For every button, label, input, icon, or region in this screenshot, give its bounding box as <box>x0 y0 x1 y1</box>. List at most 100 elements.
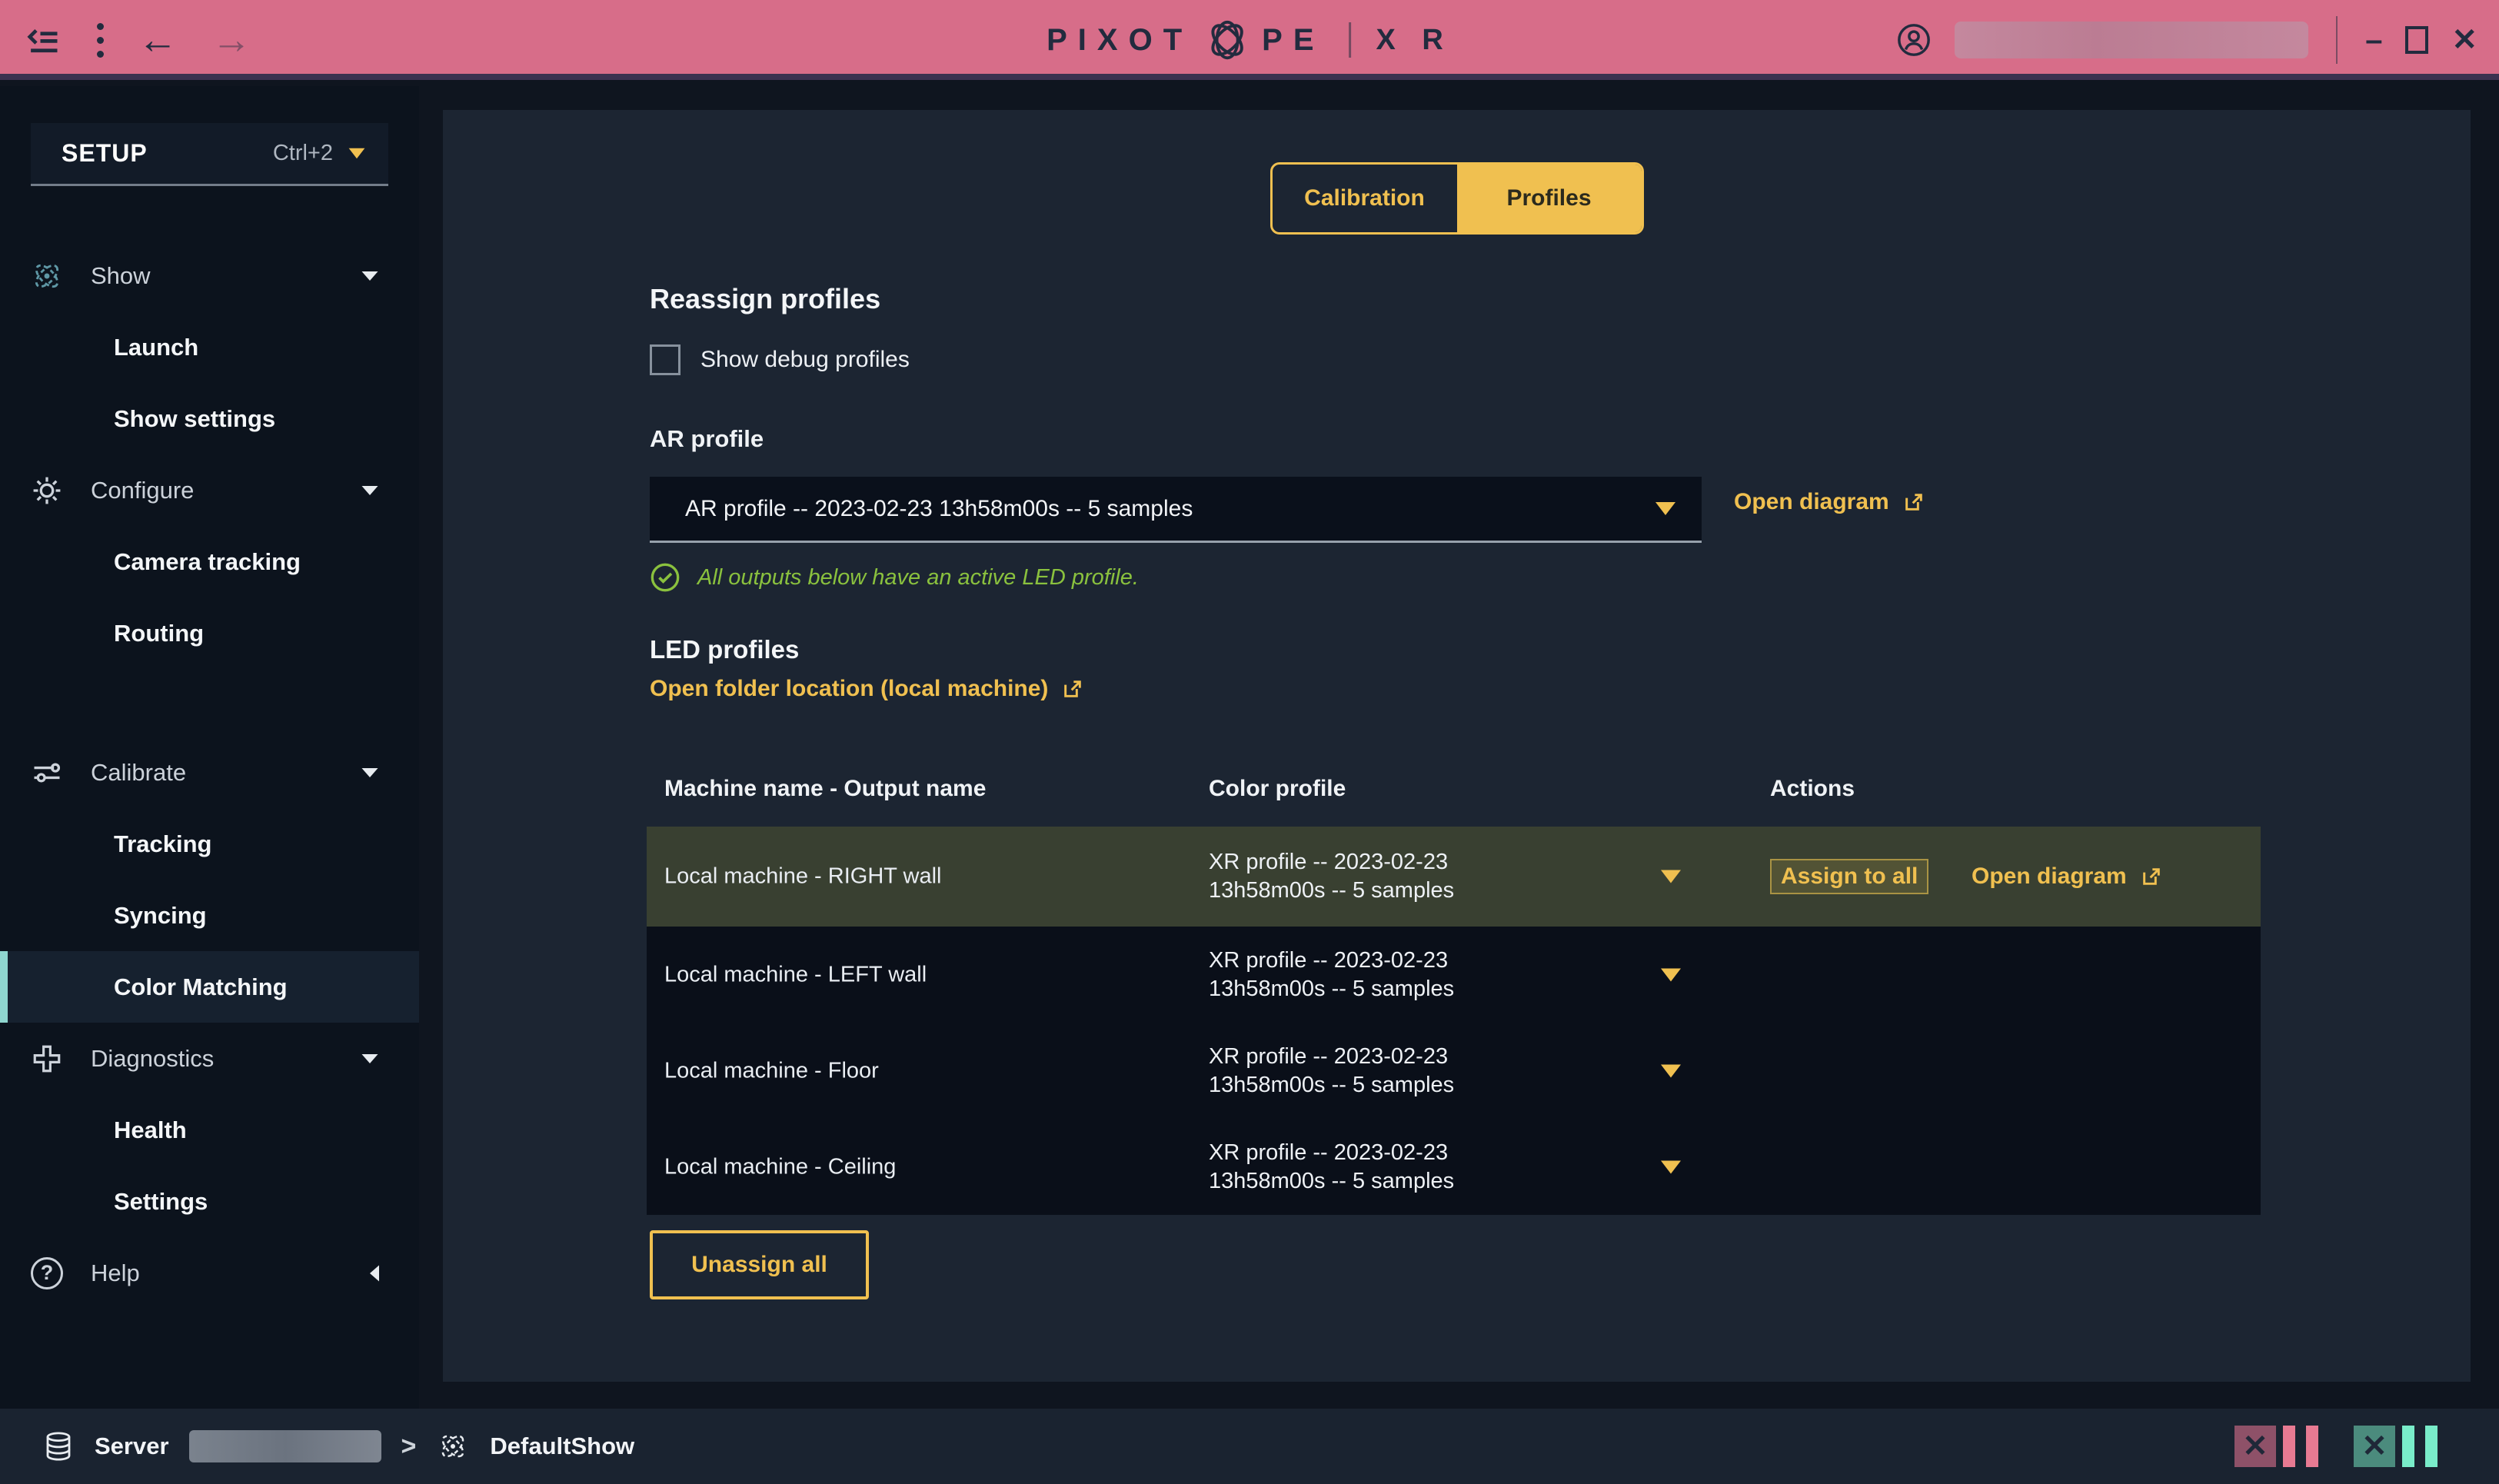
table-row-floor[interactable]: Local machine - Floor XR profile -- 2023… <box>647 1023 2261 1119</box>
logo-text-right: PE <box>1262 23 1324 58</box>
tab-calibration[interactable]: Calibration <box>1273 165 1457 232</box>
menu-kebab-icon[interactable] <box>97 23 104 58</box>
engine-stop-indicator-teal[interactable]: ✕ <box>2354 1426 2395 1467</box>
external-link-icon <box>2139 864 2164 889</box>
sidebar-item-launch[interactable]: Launch <box>0 311 419 383</box>
close-button[interactable]: ✕ <box>2451 25 2477 55</box>
sidebar-item-label: Color Matching <box>114 973 288 1001</box>
row-open-diagram-link[interactable]: Open diagram <box>1972 863 2164 890</box>
led-table-header: Machine name - Output name Color profile… <box>647 776 2261 814</box>
external-link-icon <box>1060 677 1085 701</box>
color-profile-value: XR profile -- 2023-02-23 13h58m00s -- 5 … <box>1209 1139 1570 1196</box>
sidebar-item-label: Camera tracking <box>114 548 301 576</box>
sidebar-item-routing[interactable]: Routing <box>0 597 419 669</box>
sidebar-item-help[interactable]: ? Help <box>0 1237 419 1309</box>
engine-pause-bar-pink[interactable] <box>2306 1426 2318 1467</box>
logo-suffix-xr: X R <box>1376 24 1452 57</box>
row-dropdown-chevron-icon[interactable] <box>1661 1064 1681 1077</box>
row-dropdown-chevron-icon[interactable] <box>1661 1160 1681 1173</box>
setup-label: SETUP <box>62 139 148 168</box>
titlebar: ← → PIXOT PE X R <box>0 0 2499 80</box>
ar-profile-dropdown[interactable]: AR profile -- 2023-02-23 13h58m00s -- 5 … <box>650 477 1702 543</box>
current-show-name[interactable]: DefaultShow <box>490 1432 634 1460</box>
show-debug-checkbox[interactable] <box>650 344 680 375</box>
sidebar-item-settings[interactable]: Settings <box>0 1166 419 1237</box>
led-status-message-row: All outputs below have an active LED pro… <box>650 562 1139 593</box>
assign-to-all-link[interactable]: Assign to all <box>1770 859 1928 894</box>
engine-stop-indicator-pink[interactable]: ✕ <box>2234 1426 2276 1467</box>
atom-logo-icon <box>1203 16 1251 64</box>
setup-shortcut: Ctrl+2 <box>273 141 333 166</box>
sidebar-item-label: Help <box>91 1259 140 1287</box>
ar-profile-value: AR profile -- 2023-02-23 13h58m00s -- 5 … <box>685 496 1193 522</box>
sidebar-item-diagnostics[interactable]: Diagnostics <box>0 1023 419 1094</box>
led-status-message: All outputs below have an active LED pro… <box>697 565 1139 591</box>
minimize-button[interactable]: – <box>2365 25 2382 55</box>
machine-output-name: Local machine - Ceiling <box>664 1154 896 1180</box>
sidebar-item-label: Syncing <box>114 902 207 930</box>
color-matching-panel: Calibration Profiles Reassign profiles S… <box>443 110 2471 1382</box>
ar-open-diagram-link[interactable]: Open diagram <box>1734 489 1926 515</box>
user-email-redacted[interactable] <box>1955 22 2308 58</box>
column-header-actions: Actions <box>1770 776 1855 802</box>
show-debug-label: Show debug profiles <box>700 347 910 373</box>
dropdown-chevron-icon <box>1655 502 1675 515</box>
sidebar-item-show[interactable]: Show <box>0 240 419 311</box>
sidebar-item-syncing[interactable]: Syncing <box>0 880 419 951</box>
maximize-button[interactable] <box>2405 26 2428 54</box>
chevron-down-icon <box>362 1054 378 1063</box>
chevron-left-icon <box>370 1265 379 1281</box>
show-atom-icon <box>436 1429 470 1463</box>
color-profile-value: XR profile -- 2023-02-23 13h58m00s -- 5 … <box>1209 947 1570 1003</box>
health-cross-icon <box>29 1041 65 1076</box>
machine-output-name: Local machine - Floor <box>664 1058 879 1083</box>
titlebar-divider <box>2336 16 2338 64</box>
led-profiles-table: Local machine - RIGHT wall XR profile --… <box>647 827 2261 1215</box>
sidebar-item-tracking[interactable]: Tracking <box>0 808 419 880</box>
sidebar-item-label: Launch <box>114 334 198 361</box>
sidebar-item-configure[interactable]: Configure <box>0 454 419 526</box>
sidebar-item-health[interactable]: Health <box>0 1094 419 1166</box>
unassign-all-button[interactable]: Unassign all <box>650 1230 869 1299</box>
user-account-icon[interactable] <box>1896 22 1932 58</box>
table-row-ceiling[interactable]: Local machine - Ceiling XR profile -- 20… <box>647 1119 2261 1215</box>
engine-pause-bar-pink[interactable] <box>2283 1426 2295 1467</box>
breadcrumb-chevron: > <box>401 1432 417 1462</box>
reassign-profiles-heading: Reassign profiles <box>650 283 880 315</box>
folder-link-label: Open folder location (local machine) <box>650 676 1048 702</box>
engine-pause-bar-teal[interactable] <box>2402 1426 2414 1467</box>
show-debug-profiles-row[interactable]: Show debug profiles <box>650 344 910 375</box>
back-arrow-icon[interactable]: ← <box>138 20 178 60</box>
chevron-down-icon <box>362 486 378 495</box>
server-name-redacted[interactable] <box>189 1430 381 1462</box>
tab-profiles[interactable]: Profiles <box>1457 165 1642 232</box>
server-label[interactable]: Server <box>95 1432 169 1460</box>
sidebar-item-label: Configure <box>91 477 194 504</box>
sidebar-item-label: Tracking <box>114 830 212 858</box>
collapse-sidebar-icon[interactable] <box>26 23 63 57</box>
color-profile-value: XR profile -- 2023-02-23 13h58m00s -- 5 … <box>1209 1043 1570 1100</box>
external-link-icon <box>1902 490 1926 514</box>
engine-pause-bar-teal[interactable] <box>2425 1426 2437 1467</box>
setup-mode-selector[interactable]: SETUP Ctrl+2 <box>31 123 388 186</box>
sidebar-item-camera-tracking[interactable]: Camera tracking <box>0 526 419 597</box>
row-dropdown-chevron-icon[interactable] <box>1661 870 1681 883</box>
sidebar-item-calibrate[interactable]: Calibrate <box>0 737 419 808</box>
sidebar-item-color-matching[interactable]: Color Matching <box>0 951 419 1023</box>
help-question-icon: ? <box>29 1256 65 1291</box>
setup-chevron-down-icon <box>349 148 365 159</box>
open-diagram-label: Open diagram <box>1734 489 1889 515</box>
open-folder-location-link[interactable]: Open folder location (local machine) <box>650 676 1085 702</box>
check-circle-icon <box>650 562 680 593</box>
row-dropdown-chevron-icon[interactable] <box>1661 968 1681 981</box>
statusbar: Server > DefaultShow ✕ ✕ <box>0 1409 2499 1484</box>
forward-arrow-icon[interactable]: → <box>211 20 251 60</box>
led-profiles-heading: LED profiles <box>650 635 799 664</box>
column-header-color-profile: Color profile <box>1209 776 1346 802</box>
table-row-right-wall[interactable]: Local machine - RIGHT wall XR profile --… <box>647 827 2261 927</box>
table-row-left-wall[interactable]: Local machine - LEFT wall XR profile -- … <box>647 927 2261 1023</box>
sidebar-item-show-settings[interactable]: Show settings <box>0 383 419 454</box>
machine-output-name: Local machine - LEFT wall <box>664 962 927 987</box>
open-diagram-label: Open diagram <box>1972 863 2127 890</box>
assign-to-all-label: Assign to all <box>1781 863 1918 890</box>
